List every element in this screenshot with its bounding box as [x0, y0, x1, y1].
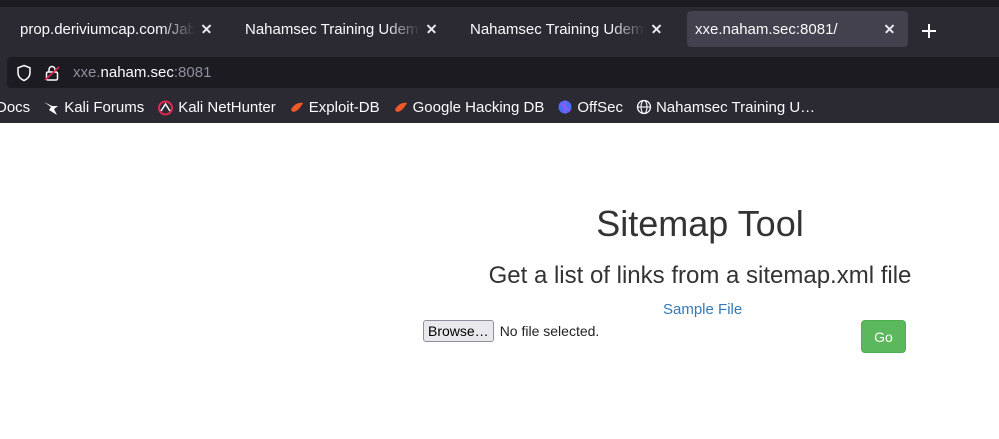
- bookmark-label: Kali NetHunter: [178, 98, 276, 116]
- browser-chrome: prop.deriviumcap.com/Jabra Nahamsec Trai…: [0, 0, 999, 123]
- url-port: :8081: [173, 64, 212, 81]
- bookmark-label: Docs: [0, 98, 31, 116]
- exploit-db-icon: [290, 102, 303, 112]
- browse-button[interactable]: Browse…: [423, 320, 494, 342]
- tab-nahamsec-udemy-1[interactable]: Nahamsec Training Udemy C: [225, 11, 450, 47]
- new-tab-icon[interactable]: [918, 20, 940, 42]
- bookmark-label: Kali Forums: [64, 98, 145, 116]
- bookmark-docs[interactable]: Docs: [0, 99, 30, 116]
- tab-prop-derivium[interactable]: prop.deriviumcap.com/Jabra: [0, 11, 225, 47]
- close-tab-icon[interactable]: [882, 21, 898, 37]
- bookmark-offsec[interactable]: OffSec: [557, 99, 623, 116]
- shield-icon[interactable]: [15, 64, 33, 82]
- nethunter-icon: [158, 100, 174, 115]
- bookmarks-toolbar: Docs Kali Forums Kali NetHunter Exploit-…: [0, 94, 999, 120]
- page-subtitle: Get a list of links from a sitemap.xml f…: [488, 262, 912, 289]
- url-host: naham.sec: [100, 64, 174, 81]
- sample-file-link[interactable]: Sample File: [663, 301, 742, 318]
- address-bar[interactable]: xxe.naham.sec:8081: [7, 57, 999, 88]
- window-top-strip: [0, 0, 999, 7]
- tab-label: prop.deriviumcap.com/Jabra: [20, 20, 195, 38]
- insecure-lock-icon[interactable]: [43, 64, 61, 82]
- globe-icon: [636, 99, 652, 115]
- page-content: Sitemap Tool Get a list of links from a …: [0, 123, 999, 439]
- bookmark-label: Google Hacking DB: [412, 98, 545, 116]
- close-tab-icon[interactable]: [649, 21, 665, 37]
- bookmark-kali-nethunter[interactable]: Kali NetHunter: [157, 99, 276, 116]
- bookmark-label: Exploit-DB: [308, 98, 380, 116]
- tab-xxe-naham-sec[interactable]: xxe.naham.sec:8081/: [687, 11, 908, 47]
- file-input[interactable]: Browse… No file selected.: [423, 320, 599, 342]
- url-prefix: xxe.: [73, 64, 101, 81]
- tab-label: Nahamsec Training Udemy C: [470, 20, 645, 38]
- close-tab-icon[interactable]: [199, 21, 215, 37]
- bookmark-nahamsec-training[interactable]: Nahamsec Training U…: [636, 99, 815, 116]
- close-tab-icon[interactable]: [424, 21, 440, 37]
- file-status-text: No file selected.: [499, 323, 600, 339]
- kali-dragon-icon: [44, 101, 59, 115]
- tab-bar: prop.deriviumcap.com/Jabra Nahamsec Trai…: [0, 7, 999, 52]
- bookmark-label: OffSec: [577, 98, 623, 116]
- page-title: Sitemap Tool: [596, 203, 804, 244]
- offsec-icon: [558, 100, 572, 114]
- go-button[interactable]: Go: [861, 320, 906, 353]
- ghdb-icon: [394, 102, 407, 112]
- tab-nahamsec-udemy-2[interactable]: Nahamsec Training Udemy C: [450, 11, 675, 47]
- bookmark-exploit-db[interactable]: Exploit-DB: [289, 99, 380, 116]
- tab-label: xxe.naham.sec:8081/: [695, 20, 838, 38]
- tab-label: Nahamsec Training Udemy C: [245, 20, 420, 38]
- bookmark-google-hacking-db[interactable]: Google Hacking DB: [393, 98, 545, 116]
- bookmark-label: Nahamsec Training U…: [655, 98, 816, 116]
- url-text[interactable]: xxe.naham.sec:8081: [73, 64, 211, 81]
- bookmark-kali-forums[interactable]: Kali Forums: [43, 99, 144, 116]
